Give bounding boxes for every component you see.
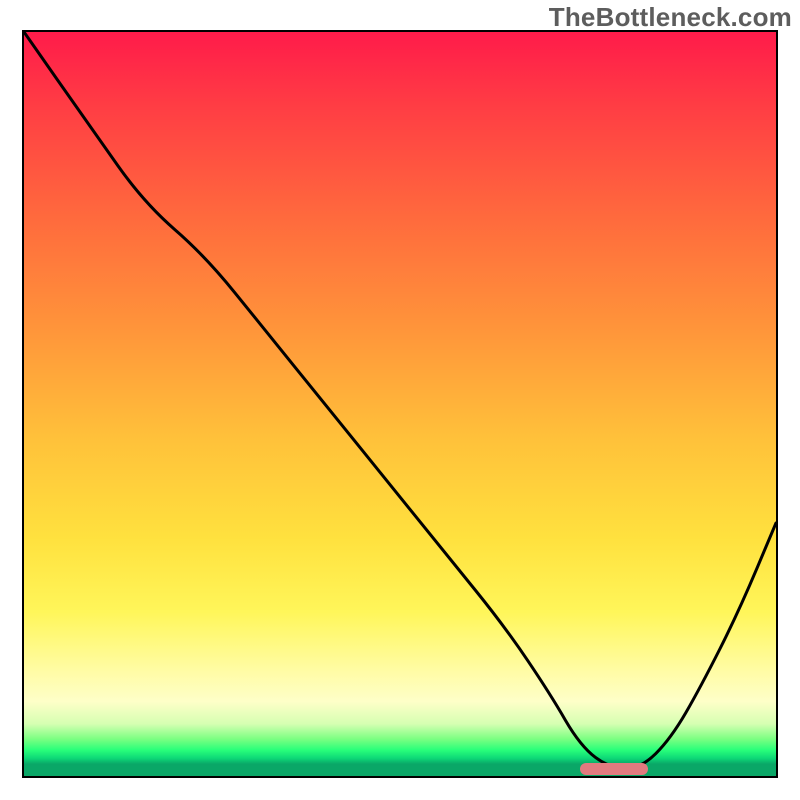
plot-area [22, 30, 778, 778]
watermark-text: TheBottleneck.com [549, 2, 792, 33]
chart-frame: TheBottleneck.com [0, 0, 800, 800]
optimal-range-marker [580, 763, 648, 775]
bottleneck-curve [24, 32, 776, 776]
